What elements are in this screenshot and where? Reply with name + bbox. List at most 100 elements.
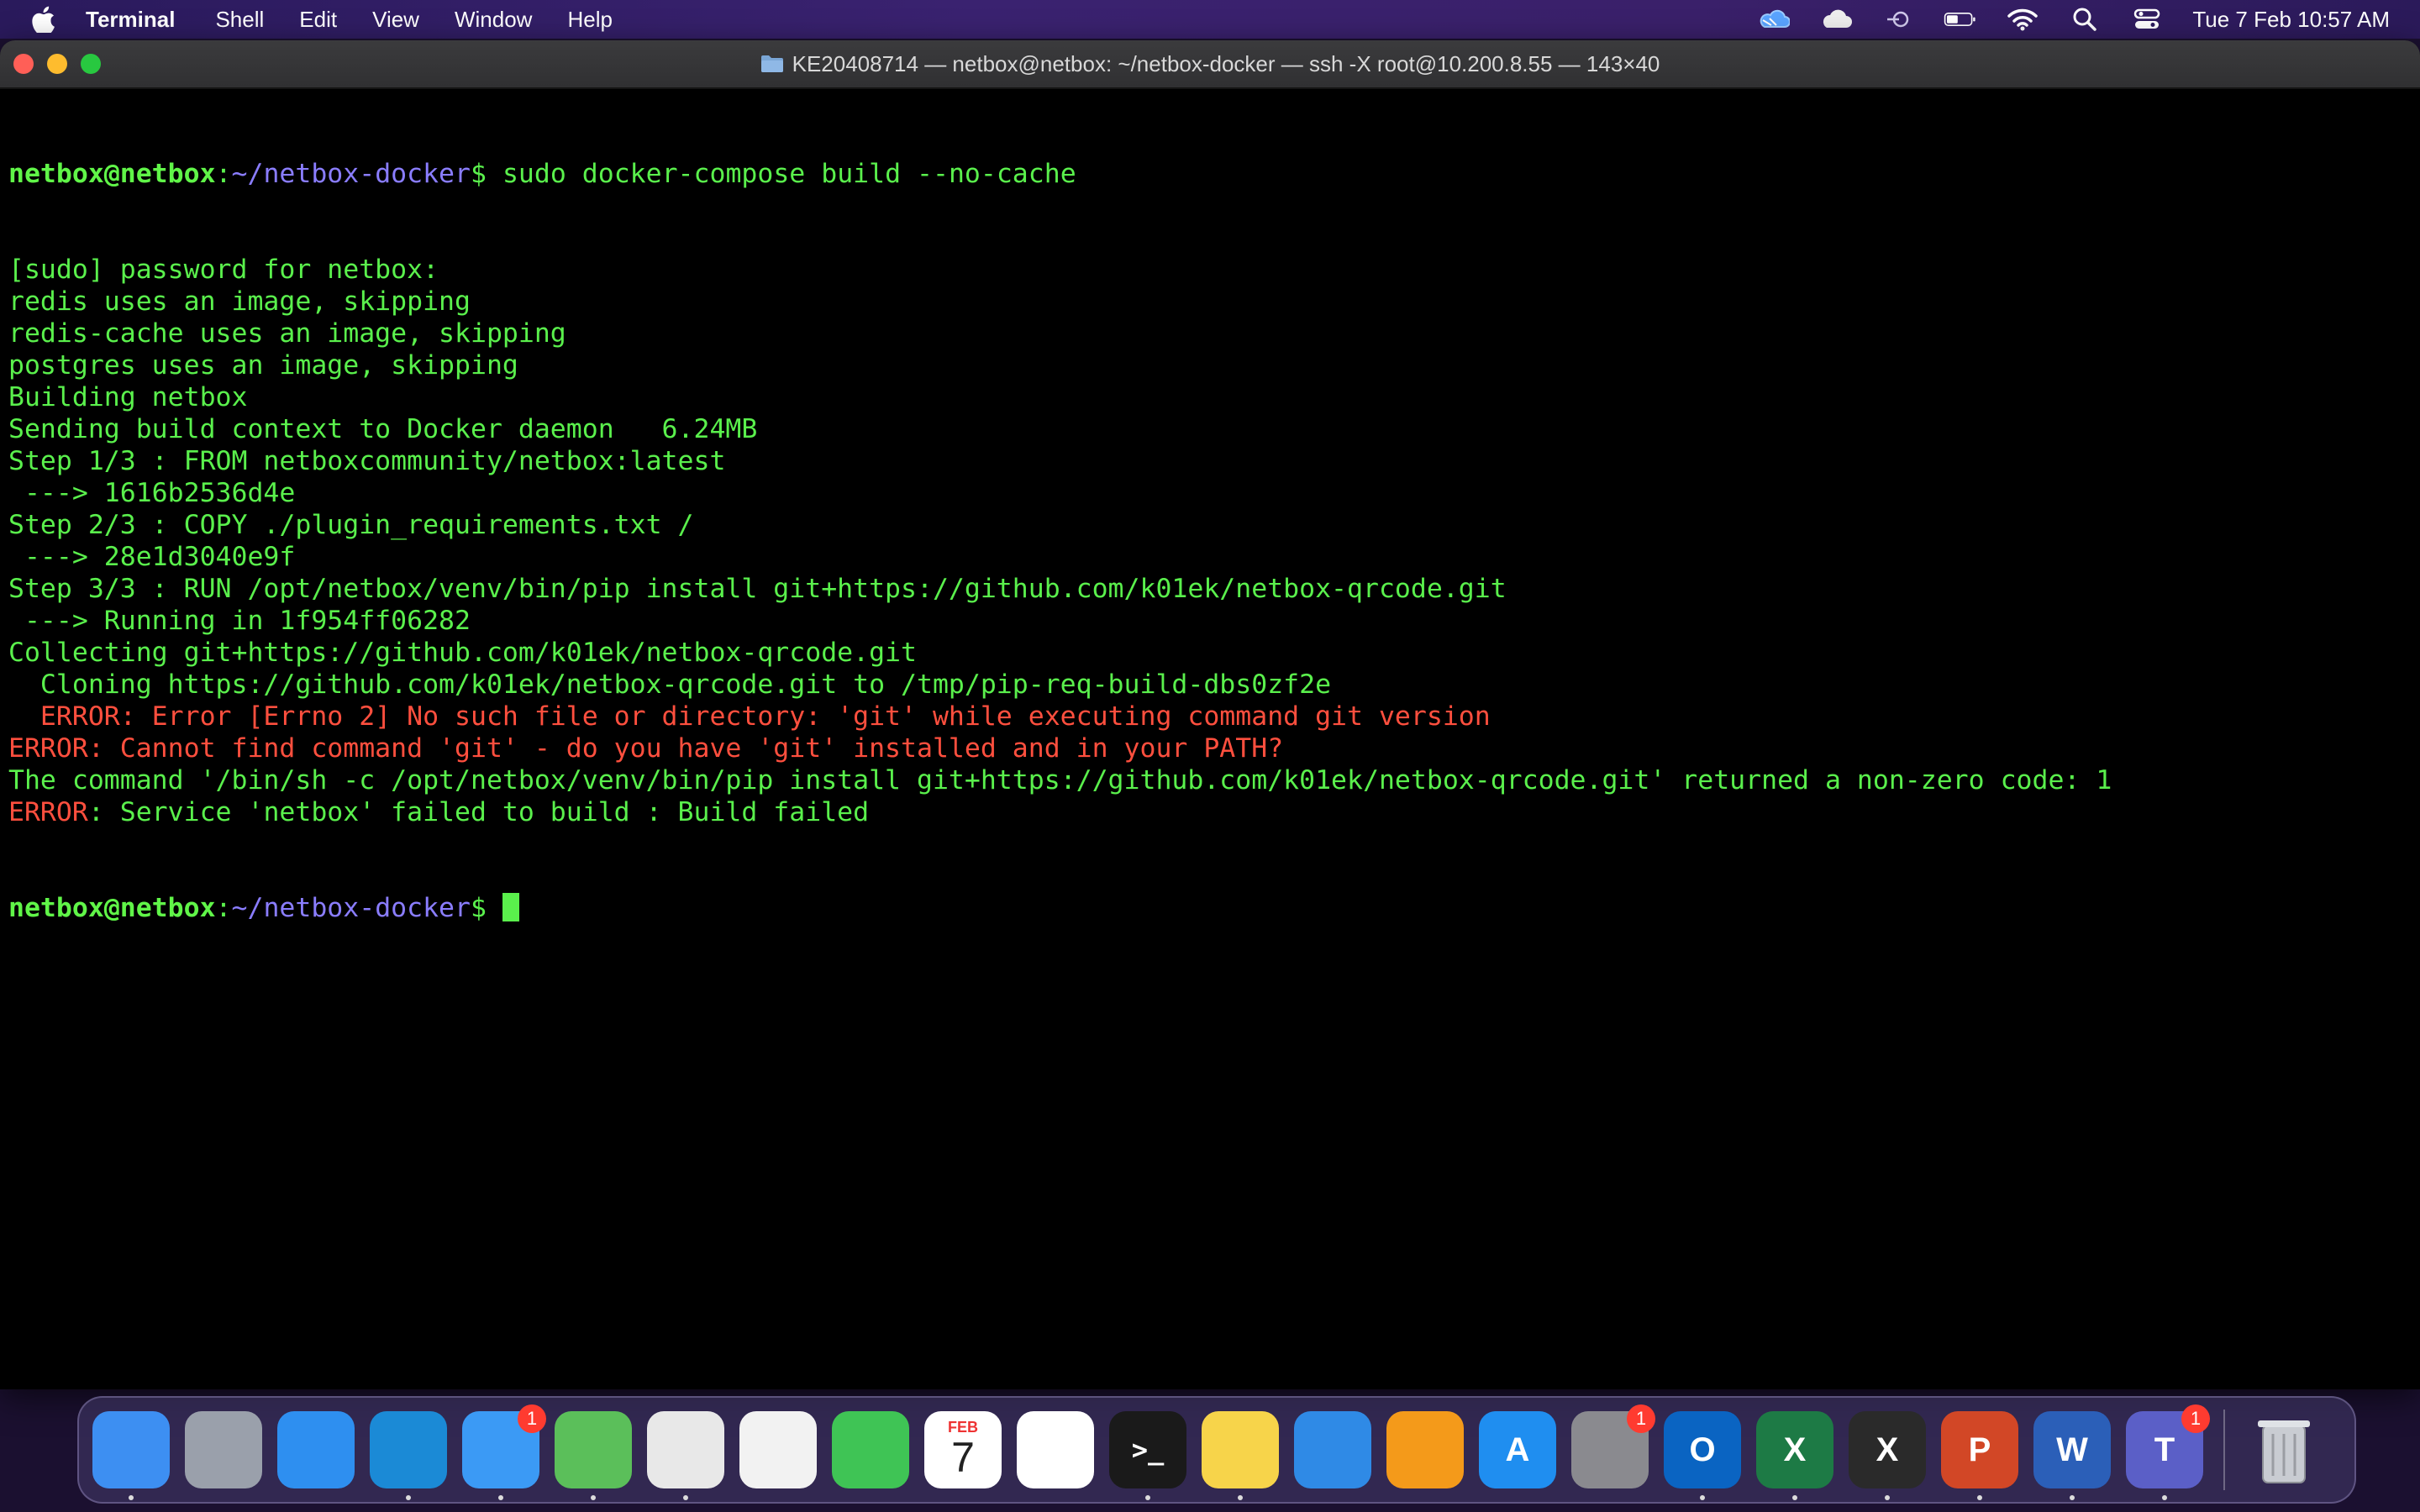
- finder-icon[interactable]: [92, 1411, 170, 1500]
- apple-icon[interactable]: [30, 6, 55, 33]
- vpn-icon[interactable]: [1881, 7, 1915, 32]
- launchpad-icon[interactable]: [185, 1411, 262, 1488]
- menu-edit[interactable]: Edit: [299, 7, 337, 33]
- prompt-user: netbox@netbox: [8, 893, 216, 923]
- window-title-group: KE20408714 — netbox@netbox: ~/netbox-doc…: [760, 51, 1660, 77]
- output-line: ---> Running in 1f954ff06282: [8, 606, 471, 636]
- menu-shell[interactable]: Shell: [215, 7, 264, 33]
- running-indicator: [1238, 1495, 1243, 1500]
- output-line: ---> 28e1d3040e9f: [8, 542, 296, 572]
- photos-icon[interactable]: [739, 1411, 817, 1488]
- output-line: redis-cache uses an image, skipping: [8, 318, 566, 349]
- powerpoint-glyph: P: [1968, 1431, 1991, 1468]
- text-cursor: [502, 893, 519, 921]
- menu-help[interactable]: Help: [567, 7, 612, 33]
- onedrive-icon[interactable]: [1757, 7, 1791, 32]
- notification-badge: 1: [2181, 1404, 2210, 1433]
- word-icon[interactable]: W: [2033, 1411, 2111, 1500]
- running-indicator: [1977, 1495, 1982, 1500]
- window-title: KE20408714 — netbox@netbox: ~/netbox-doc…: [792, 50, 1660, 76]
- zoom-window-button[interactable]: [81, 54, 101, 74]
- app-store-glyph: A: [1505, 1431, 1530, 1468]
- output-line: Building netbox: [8, 382, 248, 412]
- prompt-symbol: $: [471, 893, 502, 923]
- menu-window[interactable]: Window: [455, 7, 532, 33]
- output-line: ERROR: Service 'netbox' failed to build …: [8, 796, 2420, 828]
- output-line-text: : Service 'netbox' failed to build : Bui…: [87, 797, 870, 827]
- running-indicator: [1885, 1495, 1890, 1500]
- icloud-icon[interactable]: [1819, 7, 1853, 32]
- prompt-symbol: $: [471, 159, 502, 189]
- chrome-icon[interactable]: [647, 1411, 724, 1500]
- trash-icon[interactable]: [2245, 1411, 2323, 1488]
- output-lines: [sudo] password for netbox: redis uses an…: [8, 254, 2420, 828]
- running-indicator: [129, 1495, 134, 1500]
- window-titlebar[interactable]: KE20408714 — netbox@netbox: ~/netbox-doc…: [0, 40, 2420, 89]
- prompt-path: ~/netbox-docker: [231, 893, 471, 923]
- command-text: sudo docker-compose build --no-cache: [502, 159, 1076, 189]
- error-prefix: ERROR: [8, 797, 88, 827]
- facetime-icon[interactable]: [832, 1411, 909, 1488]
- output-line: [sudo] password for netbox:: [8, 255, 439, 285]
- menu-view[interactable]: View: [372, 7, 419, 33]
- prompt-path: ~/netbox-docker: [231, 159, 471, 189]
- current-prompt-line[interactable]: netbox@netbox:~/netbox-docker$: [8, 892, 2420, 924]
- notes-icon[interactable]: [1202, 1411, 1279, 1500]
- terminal-glyph: >_: [1131, 1434, 1165, 1466]
- powerpoint-icon[interactable]: P: [1941, 1411, 2018, 1500]
- running-indicator: [406, 1495, 411, 1500]
- dock: 1 FEB 7 >_ A 1 O X X P W T 1: [77, 1396, 2356, 1504]
- terminal-icon[interactable]: >_: [1109, 1411, 1186, 1500]
- outlook-glyph: O: [1689, 1431, 1716, 1468]
- xquartz-icon[interactable]: X: [1849, 1411, 1926, 1500]
- output-line: Cloning https://github.com/k01ek/netbox-…: [8, 669, 1332, 700]
- prompt-user: netbox@netbox: [8, 159, 216, 189]
- wifi-icon[interactable]: [2006, 7, 2039, 32]
- output-line: Step 3/3 : RUN /opt/netbox/venv/bin/pip …: [8, 574, 1507, 604]
- outlook-icon[interactable]: O: [1664, 1411, 1741, 1500]
- running-indicator: [591, 1495, 596, 1500]
- control-center-icon[interactable]: [2130, 7, 2164, 32]
- running-indicator: [1145, 1495, 1150, 1500]
- system-preferences-icon[interactable]: 1: [1571, 1404, 1655, 1488]
- output-line: ---> 1616b2536d4e: [8, 478, 296, 508]
- menu-bar-status-area: Tue 7 Feb 10:57 AM: [1728, 0, 2390, 39]
- edge-icon[interactable]: [370, 1411, 447, 1500]
- terminal-window: KE20408714 — netbox@netbox: ~/netbox-doc…: [0, 40, 2420, 1389]
- pages-icon[interactable]: [1386, 1411, 1464, 1488]
- notification-badge: 1: [518, 1404, 546, 1433]
- output-line: Step 1/3 : FROM netboxcommunity/netbox:l…: [8, 446, 726, 476]
- output-line: The command '/bin/sh -c /opt/netbox/venv…: [8, 765, 2112, 795]
- calendar-day: 7: [951, 1433, 975, 1481]
- battery-icon[interactable]: [1944, 7, 1977, 32]
- command-line: netbox@netbox:~/netbox-docker$ sudo dock…: [8, 158, 2420, 190]
- menu-bar-clock[interactable]: Tue 7 Feb 10:57 AM: [2192, 7, 2390, 33]
- teams-icon[interactable]: T1: [2126, 1404, 2210, 1500]
- app-store-icon[interactable]: A: [1479, 1411, 1556, 1488]
- output-line: redis uses an image, skipping: [8, 286, 471, 317]
- prompt-separator: :: [215, 159, 232, 189]
- running-indicator: [1700, 1495, 1705, 1500]
- running-indicator: [2162, 1495, 2167, 1500]
- menu-bar: Terminal Shell Edit View Window Help Tue…: [0, 0, 2420, 39]
- maps-icon[interactable]: [555, 1411, 632, 1500]
- mail-icon[interactable]: 1: [462, 1404, 546, 1500]
- keynote-icon[interactable]: [1294, 1411, 1371, 1488]
- safari-icon[interactable]: [277, 1411, 355, 1488]
- menu-app-name[interactable]: Terminal: [86, 7, 175, 33]
- running-indicator: [498, 1495, 503, 1500]
- spotlight-icon[interactable]: [2068, 7, 2102, 32]
- minimize-window-button[interactable]: [47, 54, 67, 74]
- terminal-output[interactable]: netbox@netbox:~/netbox-docker$ sudo dock…: [8, 89, 2420, 1389]
- output-line: Collecting git+https://github.com/k01ek/…: [8, 638, 917, 668]
- folder-icon: [760, 55, 783, 72]
- word-glyph: W: [2056, 1431, 2088, 1468]
- excel-icon[interactable]: X: [1756, 1411, 1833, 1500]
- output-line: Step 2/3 : COPY ./plugin_requirements.tx…: [8, 510, 694, 540]
- prompt-separator: :: [215, 893, 232, 923]
- close-window-button[interactable]: [13, 54, 34, 74]
- reminders-icon[interactable]: [1017, 1411, 1094, 1488]
- dock-separator: [2223, 1410, 2225, 1490]
- notification-badge: 1: [1627, 1404, 1655, 1433]
- calendar-icon[interactable]: FEB 7: [924, 1411, 1002, 1488]
